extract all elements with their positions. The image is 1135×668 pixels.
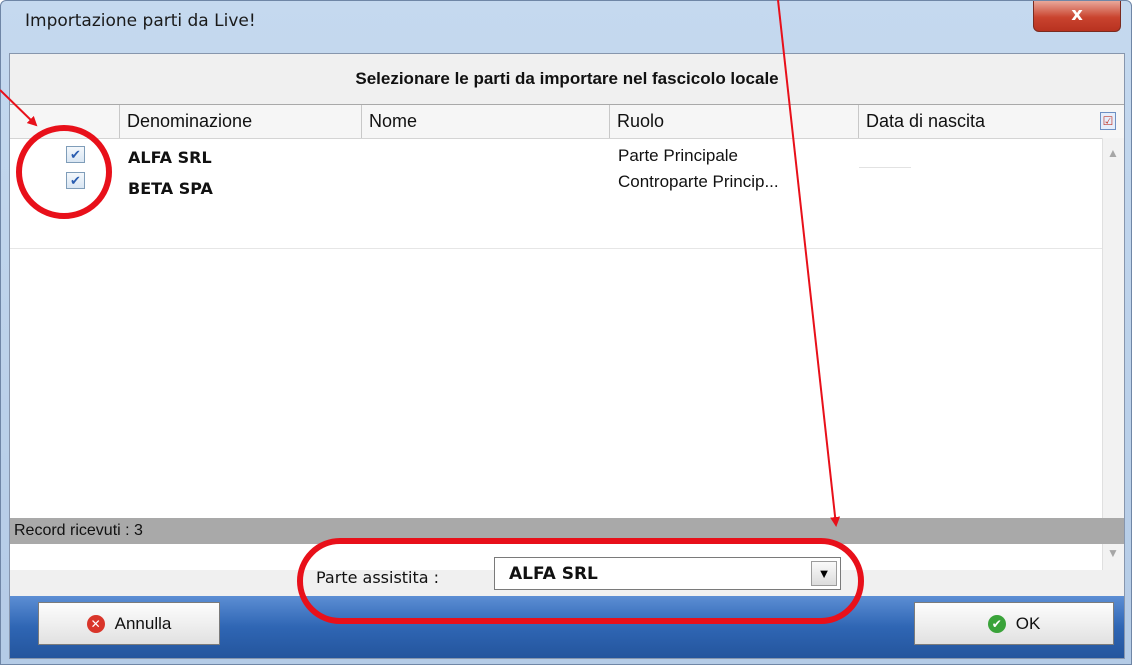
scroll-up-icon[interactable]: ▲ bbox=[1107, 146, 1119, 160]
checkmark-icon: ✔ bbox=[70, 147, 81, 162]
cancel-icon: ✕ bbox=[86, 614, 105, 633]
column-header-ruolo[interactable]: Ruolo bbox=[610, 105, 859, 138]
column-chooser-icon[interactable]: ☑ bbox=[1100, 112, 1116, 130]
cell-ruolo: Parte Principale bbox=[618, 146, 739, 165]
table-row[interactable]: ✔ ALFA SRL Parte Principale bbox=[10, 141, 1102, 169]
close-icon: x bbox=[1071, 4, 1083, 25]
cancel-button-label: Annulla bbox=[114, 613, 172, 633]
parte-assistita-label: Parte assistita : bbox=[316, 568, 440, 587]
dialog-body: Selezionare le parti da importare nel fa… bbox=[9, 53, 1125, 659]
parties-grid: Denominazione Nome Ruolo Data di nascita… bbox=[10, 104, 1124, 570]
row-checkbox[interactable]: ✔ bbox=[66, 172, 85, 189]
column-header-nome[interactable]: Nome bbox=[362, 105, 610, 138]
check-icon: ✔ bbox=[987, 614, 1006, 633]
cell-denominazione: BETA SPA bbox=[128, 179, 213, 198]
close-button[interactable]: x bbox=[1033, 1, 1121, 32]
grid-header: Denominazione Nome Ruolo Data di nascita… bbox=[10, 105, 1124, 139]
column-header-select[interactable] bbox=[10, 105, 120, 138]
chevron-down-icon[interactable]: ▼ bbox=[811, 561, 837, 586]
import-dialog-window: Importazione parti da Live! x Selezionar… bbox=[0, 0, 1132, 665]
parte-assistita-value: ALFA SRL bbox=[509, 564, 598, 584]
record-count-status: Record ricevuti : 3 bbox=[10, 518, 1124, 544]
cancel-button[interactable]: ✕ Annulla bbox=[38, 602, 220, 645]
row-checkbox[interactable]: ✔ bbox=[66, 146, 85, 163]
checkmark-icon: ✔ bbox=[70, 173, 81, 188]
ok-button-label: OK bbox=[1015, 613, 1041, 633]
cell-data-di-nascita bbox=[859, 141, 911, 168]
cell-ruolo: Controparte Princip... bbox=[618, 172, 779, 191]
button-bar: ✕ Annulla ✔ OK bbox=[10, 596, 1124, 658]
parte-assistita-select[interactable]: ALFA SRL ▼ bbox=[494, 557, 841, 590]
title-bar[interactable]: Importazione parti da Live! x bbox=[1, 1, 1131, 53]
instruction-heading: Selezionare le parti da importare nel fa… bbox=[355, 69, 779, 88]
vertical-scrollbar[interactable]: ▲ ▼ bbox=[1102, 138, 1124, 570]
parte-assistita-area: Parte assistita : ALFA SRL ▼ bbox=[10, 544, 1124, 596]
grid-separator bbox=[10, 248, 1102, 249]
cell-denominazione: ALFA SRL bbox=[128, 148, 212, 167]
ok-button[interactable]: ✔ OK bbox=[914, 602, 1114, 645]
table-row[interactable]: ✔ BETA SPA Controparte Princip... bbox=[10, 169, 1102, 198]
column-header-data-di-nascita[interactable]: Data di nascita bbox=[859, 105, 1102, 138]
window-title: Importazione parti da Live! bbox=[25, 11, 256, 31]
column-header-denominazione[interactable]: Denominazione bbox=[120, 105, 362, 138]
